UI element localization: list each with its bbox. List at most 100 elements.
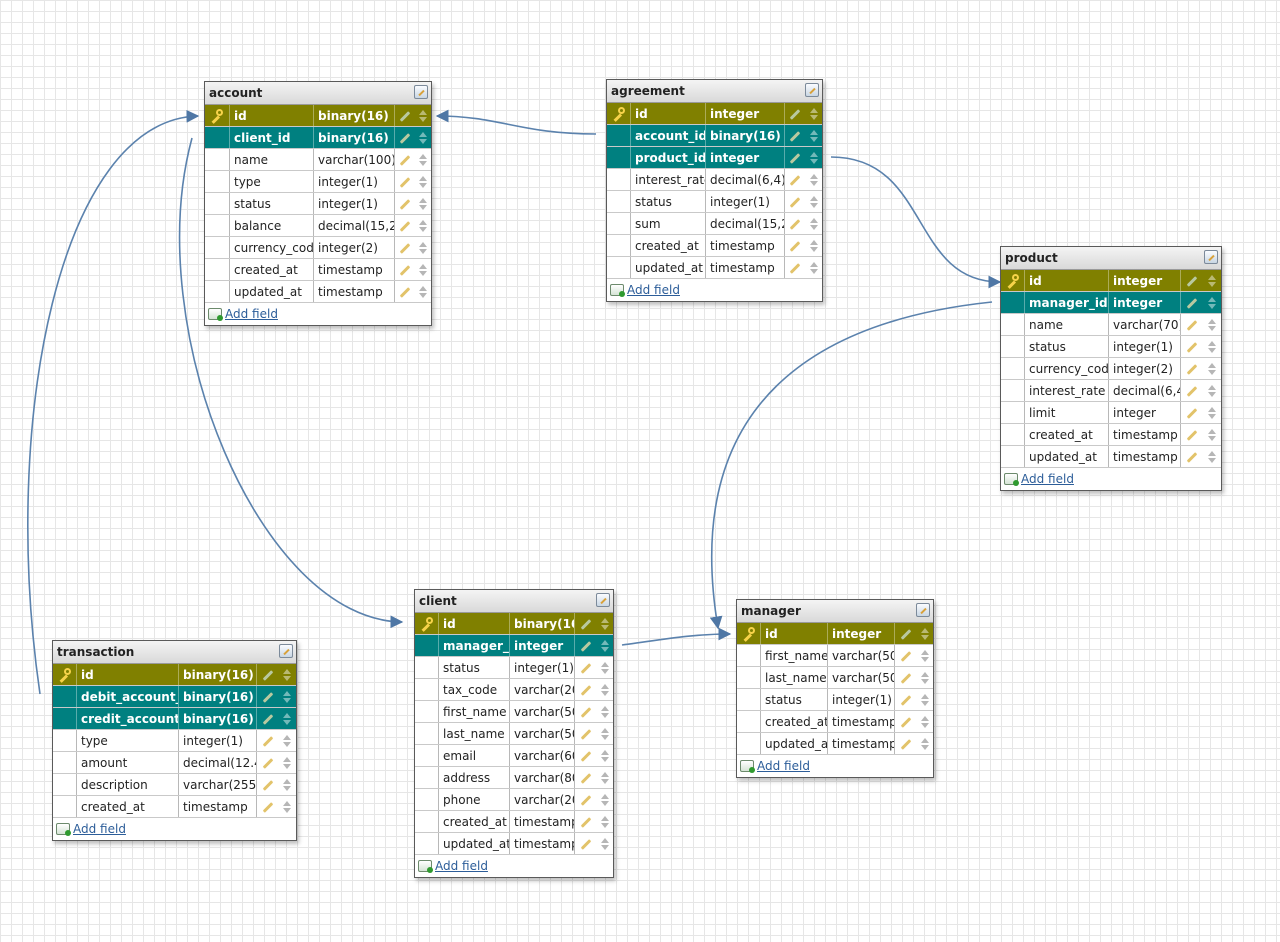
edit-field-icon[interactable] — [580, 750, 592, 762]
field-row-updated-at[interactable]: updated_at timestamp — [205, 281, 431, 303]
reorder-field-icon[interactable] — [1208, 274, 1216, 287]
field-row-created-at[interactable]: created_at timestamp — [607, 235, 822, 257]
field-row-name[interactable]: name varchar(100) — [205, 149, 431, 171]
reorder-field-icon[interactable] — [809, 173, 818, 186]
edit-field-icon[interactable] — [900, 716, 912, 728]
edit-field-icon[interactable] — [399, 154, 411, 166]
reorder-field-icon[interactable] — [419, 153, 427, 166]
edit-field-icon[interactable] — [789, 174, 801, 186]
edit-field-icon[interactable] — [262, 779, 274, 791]
add-field-icon[interactable] — [56, 823, 71, 836]
edit-field-icon[interactable] — [580, 706, 592, 718]
field-row-status[interactable]: status integer(1) — [607, 191, 822, 213]
edit-field-icon[interactable] — [580, 684, 592, 696]
reorder-field-icon[interactable] — [809, 239, 818, 252]
reorder-field-icon[interactable] — [419, 219, 427, 232]
reorder-field-icon[interactable] — [809, 107, 818, 120]
reorder-field-icon[interactable] — [1208, 428, 1216, 441]
reorder-field-icon[interactable] — [283, 756, 292, 769]
field-row-id[interactable]: id integer — [1001, 270, 1221, 292]
reorder-field-icon[interactable] — [920, 649, 929, 662]
reorder-field-icon[interactable] — [600, 771, 609, 784]
add-field-link[interactable]: Add field — [73, 822, 126, 836]
field-row-updated-at[interactable]: updated_at timestamp — [415, 833, 613, 855]
edit-field-icon[interactable] — [580, 618, 592, 630]
edit-field-icon[interactable] — [262, 801, 274, 813]
field-row-debit-account-id[interactable]: debit_account_idbinary(16) — [53, 686, 296, 708]
field-row-address[interactable]: addressvarchar(80) — [415, 767, 613, 789]
field-row-status[interactable]: status integer(1) — [415, 657, 613, 679]
edit-table-icon[interactable] — [1204, 250, 1218, 264]
field-row-created-at[interactable]: created_at timestamp — [205, 259, 431, 281]
field-row-credit-account-id[interactable]: credit_account_idbinary(16) — [53, 708, 296, 730]
field-row-name[interactable]: name varchar(70) — [1001, 314, 1221, 336]
reorder-field-icon[interactable] — [283, 690, 292, 703]
edit-field-icon[interactable] — [900, 628, 912, 640]
edit-field-icon[interactable] — [1186, 363, 1198, 375]
reorder-field-icon[interactable] — [809, 261, 818, 274]
reorder-field-icon[interactable] — [419, 131, 427, 144]
reorder-field-icon[interactable] — [283, 712, 292, 725]
edit-field-icon[interactable] — [789, 152, 801, 164]
reorder-field-icon[interactable] — [419, 263, 427, 276]
edit-field-icon[interactable] — [1186, 341, 1198, 353]
field-row-sum[interactable]: sumdecimal(15,2) — [607, 213, 822, 235]
field-row-account-id[interactable]: account_id binary(16) — [607, 125, 822, 147]
edit-field-icon[interactable] — [262, 669, 274, 681]
reorder-field-icon[interactable] — [419, 241, 427, 254]
field-row-created-at[interactable]: created_at timestamp — [53, 796, 296, 818]
field-row-created-at[interactable]: created_at timestamp — [1001, 424, 1221, 446]
reorder-field-icon[interactable] — [809, 217, 818, 230]
reorder-field-icon[interactable] — [920, 737, 929, 750]
add-field-link[interactable]: Add field — [757, 759, 810, 773]
edit-field-icon[interactable] — [900, 694, 912, 706]
edit-field-icon[interactable] — [1186, 297, 1198, 309]
field-row-interest-rate[interactable]: interest_ratedecimal(6,4) — [1001, 380, 1221, 402]
edit-table-icon[interactable] — [596, 593, 610, 607]
edit-table-icon[interactable] — [805, 83, 819, 97]
reorder-field-icon[interactable] — [600, 749, 609, 762]
field-row-id[interactable]: idbinary(16) — [53, 664, 296, 686]
add-field-icon[interactable] — [208, 308, 223, 321]
table-client[interactable]: client idbinary(16)manager_idintegerstatu… — [414, 589, 614, 878]
edit-field-icon[interactable] — [399, 176, 411, 188]
field-row-last-name[interactable]: last_namevarchar(50) — [737, 667, 933, 689]
field-row-tax-code[interactable]: tax_codevarchar(20) — [415, 679, 613, 701]
field-row-updated-at[interactable]: updated_at timestamp — [737, 733, 933, 755]
reorder-field-icon[interactable] — [283, 800, 292, 813]
edit-field-icon[interactable] — [789, 240, 801, 252]
edit-field-icon[interactable] — [399, 132, 411, 144]
edit-field-icon[interactable] — [399, 242, 411, 254]
reorder-field-icon[interactable] — [600, 793, 609, 806]
edit-field-icon[interactable] — [789, 218, 801, 230]
edit-table-icon[interactable] — [916, 603, 930, 617]
reorder-field-icon[interactable] — [419, 197, 427, 210]
reorder-field-icon[interactable] — [920, 627, 929, 640]
reorder-field-icon[interactable] — [600, 727, 609, 740]
edit-field-icon[interactable] — [1186, 407, 1198, 419]
table-manager[interactable]: manager idintegerfirst_namevarchar(50)las… — [736, 599, 934, 778]
edit-field-icon[interactable] — [262, 735, 274, 747]
edit-field-icon[interactable] — [900, 738, 912, 750]
field-row-manager-id[interactable]: manager_idinteger — [415, 635, 613, 657]
field-row-limit[interactable]: limit integer — [1001, 402, 1221, 424]
reorder-field-icon[interactable] — [600, 661, 609, 674]
field-row-status[interactable]: status integer(1) — [1001, 336, 1221, 358]
reorder-field-icon[interactable] — [600, 683, 609, 696]
table-product[interactable]: product id integer manager_id integer name var… — [1000, 246, 1222, 491]
add-field-link[interactable]: Add field — [225, 307, 278, 321]
field-row-first-name[interactable]: first_namevarchar(50) — [737, 645, 933, 667]
edit-table-icon[interactable] — [279, 644, 293, 658]
edit-field-icon[interactable] — [580, 794, 592, 806]
field-row-last-name[interactable]: last_namevarchar(50) — [415, 723, 613, 745]
edit-field-icon[interactable] — [262, 757, 274, 769]
field-row-product-id[interactable]: product_id integer — [607, 147, 822, 169]
edit-field-icon[interactable] — [399, 220, 411, 232]
reorder-field-icon[interactable] — [809, 129, 818, 142]
add-field-icon[interactable] — [418, 860, 433, 873]
reorder-field-icon[interactable] — [1208, 318, 1216, 331]
edit-field-icon[interactable] — [580, 816, 592, 828]
field-row-status[interactable]: status integer(1) — [205, 193, 431, 215]
reorder-field-icon[interactable] — [600, 617, 609, 630]
reorder-field-icon[interactable] — [419, 175, 427, 188]
